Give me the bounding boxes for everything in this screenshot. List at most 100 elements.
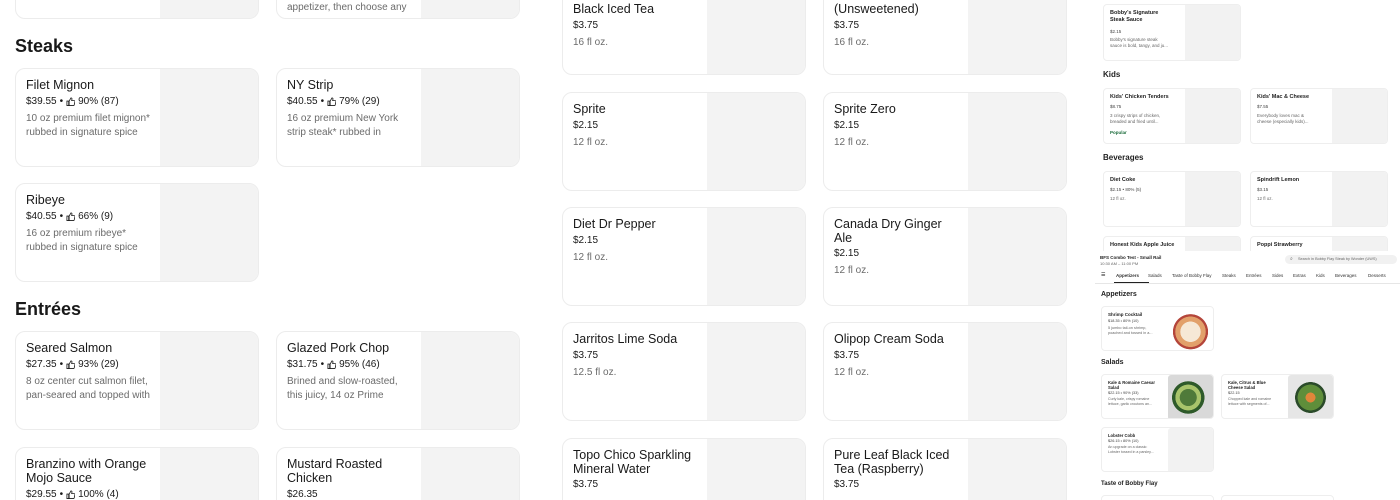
preview-section-taste-of-bobby-flay: Taste of Bobby Flay [1101, 481, 1158, 487]
menu-item-price: $40.55 [26, 211, 57, 222]
menu-item-title: Sprite Zero [834, 102, 896, 116]
preview-item-description: Curly kale, crispy romaine lettuce, garli… [1108, 397, 1152, 406]
beverage-card[interactable]: Olipop Cream Soda $3.75 12 fl oz. [823, 322, 1067, 421]
beverage-card[interactable]: Sprite $2.15 12 fl oz. [562, 92, 806, 191]
menu-item-rating: 100% (4) [78, 489, 119, 500]
beverage-card[interactable]: Black Iced Tea $3.75 16 fl oz. [562, 0, 806, 75]
preview-item-card[interactable]: Kids' Mac & Cheese $7.55 Everybody loves… [1250, 88, 1388, 144]
menu-item-image [968, 93, 1066, 190]
menu-item-image [707, 208, 805, 305]
menu-item-meta: $31.75 • 95% (46) [287, 359, 380, 370]
menu-item-card-partial[interactable]: appetizer, then choose any [276, 0, 520, 19]
menu-item-image [968, 439, 1066, 500]
beverage-card[interactable]: Diet Dr Pepper $2.15 12 fl oz. [562, 207, 806, 306]
tab-kids[interactable]: Kids [1316, 273, 1325, 278]
menu-item-card[interactable]: Branzino with Orange Mojo Sauce $29.55 • 1… [15, 447, 259, 500]
menu-item-size: 12 fl oz. [573, 136, 609, 148]
menu-item-rating: 93% (29) [78, 359, 119, 370]
menu-item-title: Glazed Pork Chop [287, 341, 390, 355]
menu-item-rating: 79% (29) [339, 96, 380, 107]
preview-item-image [1332, 89, 1387, 143]
tab-beverages[interactable]: Beverages [1335, 273, 1357, 278]
thumbs-up-icon [66, 212, 76, 221]
preview-item-card[interactable]: Spindrift Lemon $3.15 12 fl oz. [1250, 171, 1388, 227]
tab-taste-of-bobby-flay[interactable]: Taste of Bobby Flay [1172, 273, 1212, 278]
preview-item-title: Kids' Mac & Cheese [1257, 94, 1310, 100]
preview-item-card[interactable] [1101, 495, 1214, 500]
menu-icon[interactable]: ☰ [1101, 272, 1105, 278]
menu-item-title: NY Strip [287, 78, 334, 92]
thumbs-up-icon [327, 360, 337, 369]
tab-entrees[interactable]: Entrées [1246, 273, 1262, 278]
menu-item-title: Mustard Roasted Chicken [287, 457, 383, 485]
menu-item-price: $26.35 [287, 489, 318, 500]
preview-item-card[interactable]: Kids' Chicken Tenders $8.75 3 crispy str… [1103, 88, 1241, 144]
preview-item-card[interactable]: Kale & Romaine Caesar Salad $22.15 • 90% … [1101, 374, 1214, 419]
tab-steaks[interactable]: Steaks [1222, 273, 1236, 278]
tab-desserts[interactable]: Desserts [1368, 273, 1386, 278]
menu-item-card[interactable]: Ribeye $40.55 • 66% (9) 16 oz premium rib… [15, 183, 259, 282]
menu-item-price: $3.75 [834, 19, 860, 31]
preview-item-card[interactable]: Diet Coke $2.15 • 80% (5) 12 fl oz. [1103, 171, 1241, 227]
menu-item-price: $3.75 [573, 19, 599, 31]
preview-item-card[interactable]: Bobby's Signature Steak Sauce $2.15 Bobby… [1103, 4, 1241, 61]
menu-item-price: $3.75 [834, 349, 860, 361]
menu-item-description: 16 oz premium ribeye* rubbed in signature… [26, 228, 138, 253]
beverage-card[interactable]: Sprite Zero $2.15 12 fl oz. [823, 92, 1067, 191]
preview-item-title: Kids' Chicken Tenders [1110, 94, 1169, 100]
thumbs-up-icon [66, 490, 76, 499]
beverage-card[interactable]: Canada Dry Ginger Ale $2.15 12 fl oz. [823, 207, 1067, 306]
menu-item-title: Jarritos Lime Soda [573, 332, 678, 346]
preview-item-image [1185, 89, 1240, 143]
preview-item-description: 5 jumbo tail-on shrimp, poached and tosse… [1108, 326, 1153, 335]
preview-item-size: 12 fl oz. [1110, 196, 1126, 201]
beverage-card[interactable]: Topo Chico Sparkling Mineral Water $3.75 [562, 438, 806, 500]
tab-salads[interactable]: Salads [1148, 273, 1162, 278]
preview-item-title: Poppi Strawberry [1257, 242, 1303, 248]
menu-item-card[interactable]: Seared Salmon $27.35 • 93% (29) 8 oz cent… [15, 331, 259, 430]
beverage-card[interactable]: Pure Leaf Black Iced Tea (Raspberry) $3.7… [823, 438, 1067, 500]
preview-item-meta: $22.15 • 90% (33) [1108, 391, 1139, 395]
menu-item-description: appetizer, then choose any [287, 2, 407, 13]
menu-item-price: $2.15 [573, 234, 599, 246]
beverage-card[interactable]: Jarritos Lime Soda $3.75 12.5 fl oz. [562, 322, 806, 421]
preview-item-price: $7.55 [1257, 104, 1269, 109]
menu-item-price: $3.75 [834, 479, 860, 490]
menu-item-meta: $29.55 • 100% (4) [26, 489, 119, 500]
menu-item-card[interactable]: NY Strip $40.55 • 79% (29) 16 oz premium … [276, 68, 520, 167]
preview-item-image [1185, 5, 1240, 60]
menu-item-card[interactable]: Glazed Pork Chop $31.75 • 95% (46) Brined… [276, 331, 520, 430]
menu-item-title: Olipop Cream Soda [834, 332, 944, 346]
search-icon: ⌕ [1290, 256, 1293, 262]
preview-page: BFS Combo Test - Small Rail 10:30 AM – 1… [1095, 251, 1400, 500]
tab-extras[interactable]: Extras [1293, 273, 1306, 278]
menu-item-title: Pure Leaf Black Iced Tea (Raspberry) [834, 448, 950, 476]
preview-section-salads: Salads [1101, 359, 1124, 366]
beverage-card[interactable]: (Unsweetened) $3.75 16 fl oz. [823, 0, 1067, 75]
preview-item-description: 3 crispy strips of chicken, breaded and f… [1110, 113, 1161, 124]
menu-item-description: Brined and slow-roasted, this juicy, 14 o… [287, 376, 398, 401]
menu-item-image [421, 332, 519, 429]
preview-item-card[interactable] [1221, 495, 1334, 500]
menu-item-meta: $27.35 • 93% (29) [26, 359, 119, 370]
preview-item-description: An upgrade on a classic: Lobster tossed i… [1108, 445, 1154, 454]
menu-item-image [160, 0, 258, 18]
menu-item-card[interactable]: Mustard Roasted Chicken $26.35 [276, 447, 520, 500]
menu-item-title: Diet Dr Pepper [573, 217, 656, 231]
menu-item-description: 10 oz premium filet mignon* rubbed in sig… [26, 113, 150, 138]
preview-item-card[interactable]: Shrimp Cocktail $18.35 • 80% (10) 5 jumb… [1101, 306, 1214, 351]
preview-item-card[interactable]: Lobster Cobb $26.15 • 80% (10) An upgrad… [1101, 427, 1214, 472]
preview-item-title: Honest Kids Apple Juice [1110, 242, 1175, 248]
preview-item-description: Chopped kale and romaine lettuce with seg… [1228, 397, 1272, 406]
menu-item-card[interactable]: Filet Mignon $39.55 • 90% (87) 10 oz prem… [15, 68, 259, 167]
preview-item-meta: $18.35 • 80% (10) [1108, 319, 1139, 323]
menu-item-title: Black Iced Tea [573, 2, 655, 16]
menu-item-card-partial[interactable] [15, 0, 259, 19]
preview-item-card[interactable]: Kale, Citrus & Blue Cheese Salad $22.15 C… [1221, 374, 1334, 419]
preview-item-title: Shrimp Cocktail [1108, 312, 1143, 317]
preview-section-appetizers: Appetizers [1101, 291, 1137, 298]
preview-item-meta: $2.15 • 80% (5) [1110, 187, 1142, 192]
tab-appetizers[interactable]: Appetizers [1116, 273, 1139, 278]
search-input[interactable]: ⌕ Search in Bobby Flay Steak by Wonder (… [1285, 255, 1397, 264]
tab-sides[interactable]: Sides [1272, 273, 1283, 278]
